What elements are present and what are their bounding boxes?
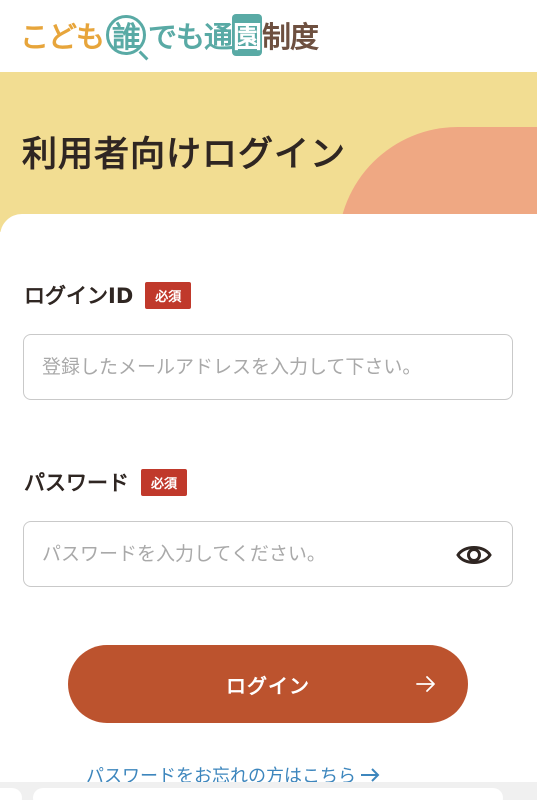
logo-magnifier-mark: 誰 <box>106 15 147 55</box>
browser-bottom-bar <box>0 782 537 808</box>
logo-text-kodomo: こども <box>20 20 105 54</box>
password-input[interactable] <box>24 522 512 586</box>
login-id-required-badge: 必須 <box>145 281 192 309</box>
eye-icon[interactable] <box>456 541 492 569</box>
login-button[interactable]: ログイン <box>68 645 468 723</box>
password-label: パスワード <box>24 471 129 495</box>
login-id-field[interactable] <box>23 334 513 400</box>
arrow-right-icon <box>416 676 435 692</box>
browser-tab-thumbnail[interactable] <box>0 788 22 808</box>
site-logo[interactable]: こども 誰 でも通 園 制度 <box>20 12 319 58</box>
login-id-input[interactable] <box>24 335 512 399</box>
site-header: こども 誰 でも通 園 制度 <box>0 0 537 72</box>
password-label-row: パスワード 必須 <box>24 467 188 497</box>
logo-text-en: 園 <box>232 14 262 56</box>
logo-text-demo: でも通 <box>148 20 233 54</box>
page-title: 利用者向けログイン <box>22 135 347 175</box>
logo-text-seido: 制度 <box>262 20 319 54</box>
login-id-label: ログインID <box>24 284 134 308</box>
password-required-badge: 必須 <box>141 468 188 496</box>
hero-banner: 利用者向けログイン <box>0 72 537 232</box>
password-field[interactable] <box>23 521 513 587</box>
login-id-label-row: ログインID 必須 <box>24 280 192 310</box>
browser-address-bar[interactable] <box>33 788 503 808</box>
login-button-label: ログイン <box>226 674 310 698</box>
forgot-arrow-icon <box>361 768 380 782</box>
